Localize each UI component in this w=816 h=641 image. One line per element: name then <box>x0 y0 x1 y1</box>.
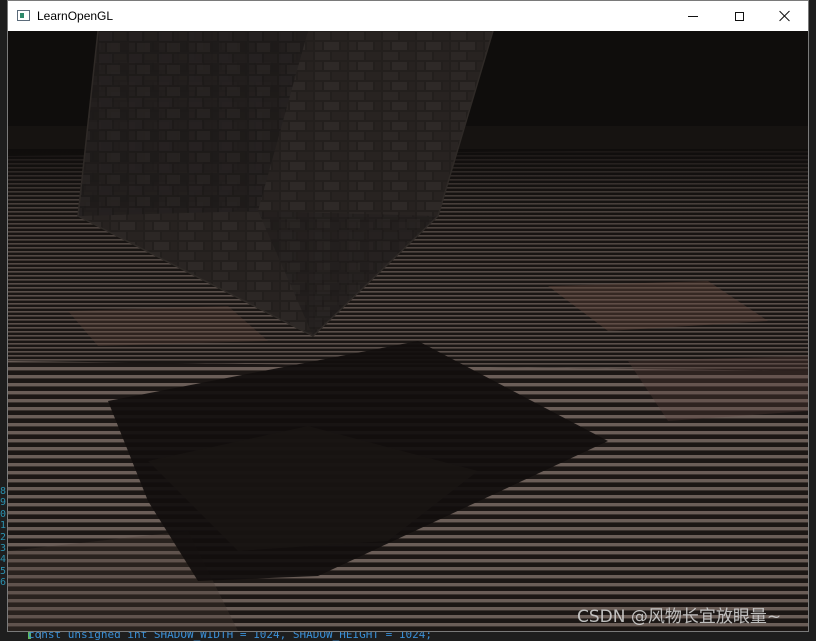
minimize-icon <box>688 15 698 17</box>
close-icon <box>779 10 791 22</box>
opengl-render-viewport[interactable] <box>8 31 808 631</box>
minimize-button[interactable] <box>670 1 716 31</box>
window-titlebar[interactable]: LearnOpenGL <box>8 1 808 31</box>
maximize-icon <box>734 11 744 21</box>
window-title: LearnOpenGL <box>37 9 114 23</box>
scene-render <box>8 31 808 631</box>
app-icon <box>17 10 30 21</box>
close-button[interactable] <box>762 1 808 31</box>
maximize-button[interactable] <box>716 1 762 31</box>
csdn-watermark: CSDN @风物长宜放眼量~ <box>577 607 782 627</box>
learnopengl-window[interactable]: LearnOpenGL <box>7 0 809 632</box>
